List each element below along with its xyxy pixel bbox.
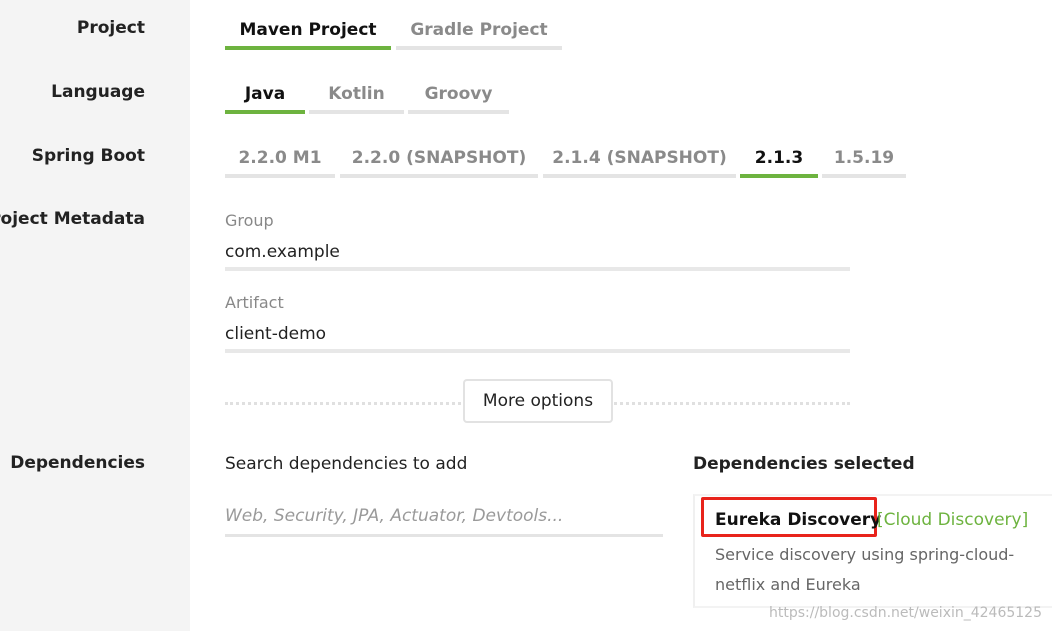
tab-java[interactable]: Java (225, 78, 305, 114)
dependency-group: [Cloud Discovery] (877, 510, 1029, 530)
tab-groovy[interactable]: Groovy (408, 78, 509, 114)
project-metadata-row-label: Project Metadata (0, 209, 145, 229)
tab-boot-2-2-0-snapshot[interactable]: 2.2.0 (SNAPSHOT) (340, 142, 538, 178)
tab-maven-project[interactable]: Maven Project (225, 14, 391, 50)
dependency-description: Service discovery using spring-cloud-net… (715, 545, 1015, 594)
tab-kotlin[interactable]: Kotlin (309, 78, 404, 114)
spring-boot-row-label: Spring Boot (31, 146, 145, 166)
tab-boot-2-2-0-m1[interactable]: 2.2.0 M1 (225, 142, 335, 178)
tab-boot-1-5-19[interactable]: 1.5.19 (822, 142, 906, 178)
group-field[interactable] (225, 237, 850, 271)
group-label: Group (225, 211, 274, 230)
search-dependencies-input[interactable] (225, 497, 663, 537)
tab-gradle-project[interactable]: Gradle Project (396, 14, 562, 50)
dependency-name: Eureka Discovery (715, 510, 882, 530)
more-options-button[interactable]: More options (463, 379, 613, 423)
dependencies-row-label: Dependencies (10, 453, 145, 473)
watermark-text: https://blog.csdn.net/weixin_42465125 (768, 605, 1042, 621)
search-dependencies-label: Search dependencies to add (225, 454, 468, 474)
dependencies-selected-title: Dependencies selected (693, 454, 915, 474)
artifact-field[interactable] (225, 319, 850, 353)
project-row-label: Project (76, 18, 145, 38)
tab-boot-2-1-3[interactable]: 2.1.3 (740, 142, 818, 178)
language-row-label: Language (51, 82, 145, 102)
artifact-label: Artifact (225, 293, 284, 312)
tab-boot-2-1-4-snapshot[interactable]: 2.1.4 (SNAPSHOT) (543, 142, 736, 178)
